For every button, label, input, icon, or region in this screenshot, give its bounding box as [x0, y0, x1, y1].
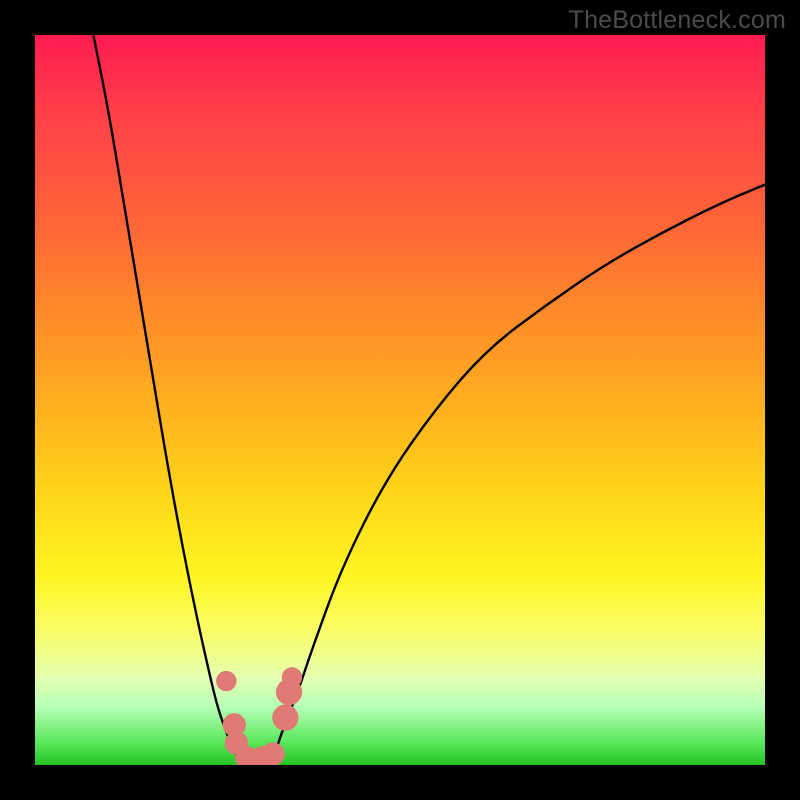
chart-frame: TheBottleneck.com [0, 0, 800, 800]
curve-marker [272, 704, 298, 730]
curve-marker [282, 667, 302, 687]
curve-marker [216, 671, 236, 691]
bottleneck-curve [93, 35, 765, 761]
curve-marker [261, 742, 284, 765]
curve-markers [216, 667, 302, 765]
curve-layer [35, 35, 765, 765]
plot-area [35, 35, 765, 765]
watermark-text: TheBottleneck.com [569, 6, 786, 35]
